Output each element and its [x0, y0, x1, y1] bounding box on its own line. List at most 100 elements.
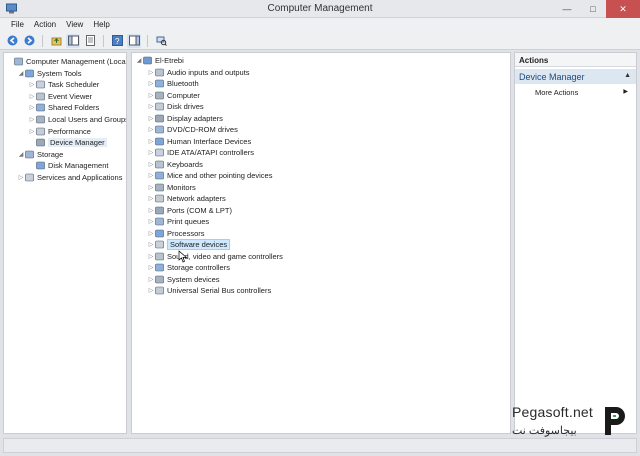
expanded-arrow-icon[interactable]: ◢ [135, 57, 143, 64]
collapsed-arrow-icon[interactable]: ▷ [28, 128, 36, 135]
collapsed-arrow-icon[interactable]: ▷ [147, 264, 155, 271]
collapsed-arrow-icon[interactable]: ▷ [147, 276, 155, 283]
help-button[interactable]: ? [110, 34, 124, 48]
collapsed-arrow-icon[interactable]: ▷ [28, 116, 36, 123]
show-hide-console-tree-button[interactable] [66, 33, 80, 48]
console-tree-item[interactable]: ▷ Local Users and Groups [28, 114, 126, 125]
console-tree-item[interactable]: ▷ Services and Applications [17, 172, 123, 183]
back-arrow-icon [7, 35, 17, 46]
collapsed-arrow-icon[interactable]: ▷ [147, 287, 155, 294]
collapsed-arrow-icon[interactable]: ▷ [147, 218, 155, 225]
console-tree-item[interactable]: ▷ Performance [28, 126, 91, 137]
software-device-icon [155, 240, 164, 249]
console-tree-label: Performance [48, 126, 91, 136]
collapsed-arrow-icon[interactable]: ▷ [147, 230, 155, 237]
back-button[interactable] [5, 34, 19, 48]
clock-icon [36, 80, 45, 89]
menu-file[interactable]: File [6, 18, 29, 32]
up-level-button[interactable] [49, 34, 63, 48]
collapsed-arrow-icon[interactable]: ▷ [28, 93, 36, 100]
device-category-item[interactable]: ▷ Monitors [147, 182, 196, 193]
toolbar-separator [147, 34, 148, 47]
device-category-item[interactable]: ▷ Sound, video and game controllers [147, 251, 283, 262]
toolbar-separator [42, 34, 43, 47]
device-tree-root[interactable]: ◢ El-Etrebi [135, 55, 184, 66]
device-category-item[interactable]: ▷ Print queues [147, 216, 209, 227]
device-category-item[interactable]: ▷ Processors [147, 228, 205, 239]
pegasoft-logo-icon [605, 407, 625, 435]
collapsed-arrow-icon[interactable]: ▷ [28, 81, 36, 88]
device-category-item[interactable]: ▷ Disk drives [147, 101, 204, 112]
usb-icon [155, 286, 164, 295]
collapsed-arrow-icon[interactable]: ▷ [17, 174, 25, 181]
console-tree-item[interactable]: Computer Management (Local [6, 56, 126, 67]
device-category-item[interactable]: ▷ Display adapters [147, 113, 223, 124]
collapsed-arrow-icon[interactable]: ▷ [147, 80, 155, 87]
collapsed-arrow-icon[interactable]: ▷ [147, 149, 155, 156]
actions-section-device-manager[interactable]: Device Manager ▲ [515, 69, 636, 84]
console-tree-item[interactable]: ▷ Task Scheduler [28, 79, 100, 90]
console-tree-item[interactable]: Disk Management [28, 160, 108, 171]
console-tree-item[interactable]: ▷ Event Viewer [28, 91, 92, 102]
collapsed-arrow-icon[interactable]: ▷ [147, 115, 155, 122]
device-category-label: Processors [167, 228, 205, 238]
collapsed-arrow-icon[interactable]: ▷ [147, 253, 155, 260]
expanded-arrow-icon[interactable]: ◢ [17, 151, 25, 158]
display-adapter-icon [155, 114, 164, 122]
device-category-item[interactable]: ▷ Universal Serial Bus controllers [147, 285, 272, 296]
more-actions-link[interactable]: More Actions ▶ [515, 84, 636, 97]
storage-icon [25, 150, 34, 159]
expanded-arrow-icon[interactable]: ◢ [17, 70, 25, 77]
users-icon [36, 115, 45, 124]
collapsed-arrow-icon[interactable]: ▷ [147, 195, 155, 202]
watermark-arabic-text: بيجاسوفت نت [512, 425, 577, 437]
collapsed-arrow-icon[interactable]: ▷ [147, 207, 155, 214]
device-tree-root-label: El-Etrebi [155, 56, 184, 65]
storage-controller-icon [155, 263, 164, 272]
device-manager-icon [36, 138, 45, 147]
collapsed-arrow-icon[interactable]: ▷ [147, 184, 155, 191]
collapsed-arrow-icon[interactable]: ▷ [147, 69, 155, 76]
collapsed-arrow-icon[interactable]: ▷ [147, 138, 155, 145]
console-tree-item[interactable]: ▷ Shared Folders [28, 102, 100, 113]
maximize-button[interactable]: □ [580, 0, 606, 18]
console-tree-item[interactable]: ◢ Storage [17, 149, 64, 160]
collapsed-arrow-icon[interactable]: ▷ [147, 161, 155, 168]
collapsed-arrow-icon[interactable]: ▷ [147, 172, 155, 179]
menu-view[interactable]: View [61, 18, 88, 32]
console-tree-label: Shared Folders [48, 103, 100, 113]
device-category-item[interactable]: ▷ System devices [147, 274, 220, 285]
device-category-item[interactable]: ▷ Software devices [147, 239, 231, 250]
device-category-item[interactable]: ▷ Network adapters [147, 193, 226, 204]
collapsed-arrow-icon[interactable]: ▷ [147, 92, 155, 99]
export-list-button[interactable] [83, 34, 97, 48]
device-category-item[interactable]: ▷ Computer [147, 90, 200, 101]
collapsed-arrow-icon[interactable]: ▷ [147, 126, 155, 133]
device-category-item[interactable]: ▷ Mice and other pointing devices [147, 170, 273, 181]
menu-action[interactable]: Action [29, 18, 61, 32]
device-category-label: Bluetooth [167, 79, 199, 88]
device-category-item[interactable]: ▷ Keyboards [147, 159, 203, 170]
close-button[interactable]: ✕ [606, 0, 640, 18]
device-category-item[interactable]: ▷ Bluetooth [147, 78, 199, 89]
forward-button[interactable] [22, 34, 36, 48]
console-tree-item[interactable]: ◢ System Tools [17, 68, 82, 79]
collapsed-arrow-icon[interactable]: ▷ [147, 103, 155, 110]
collapsed-arrow-icon[interactable]: ▷ [28, 104, 36, 111]
minimize-button[interactable]: — [554, 0, 580, 18]
device-category-item[interactable]: ▷ Human Interface Devices [147, 136, 252, 147]
show-hide-action-pane-button[interactable] [127, 33, 141, 48]
system-device-icon [155, 275, 164, 283]
menu-help[interactable]: Help [88, 18, 114, 32]
device-category-item[interactable]: ▷ Storage controllers [147, 262, 230, 273]
device-category-item[interactable]: ▷ Audio inputs and outputs [147, 67, 250, 78]
scan-hardware-button[interactable] [154, 34, 168, 48]
console-tree-label: System Tools [37, 68, 82, 78]
disk-icon [36, 162, 45, 170]
device-category-item[interactable]: ▷ IDE ATA/ATAPI controllers [147, 147, 254, 158]
collapsed-arrow-icon[interactable]: ▷ [147, 241, 155, 248]
device-category-item[interactable]: ▷ Ports (COM & LPT) [147, 205, 232, 216]
console-tree-item[interactable]: Device Manager [28, 137, 107, 148]
device-category-item[interactable]: ▷ DVD/CD-ROM drives [147, 124, 238, 135]
collapse-arrow-icon[interactable]: ▲ [624, 72, 631, 79]
